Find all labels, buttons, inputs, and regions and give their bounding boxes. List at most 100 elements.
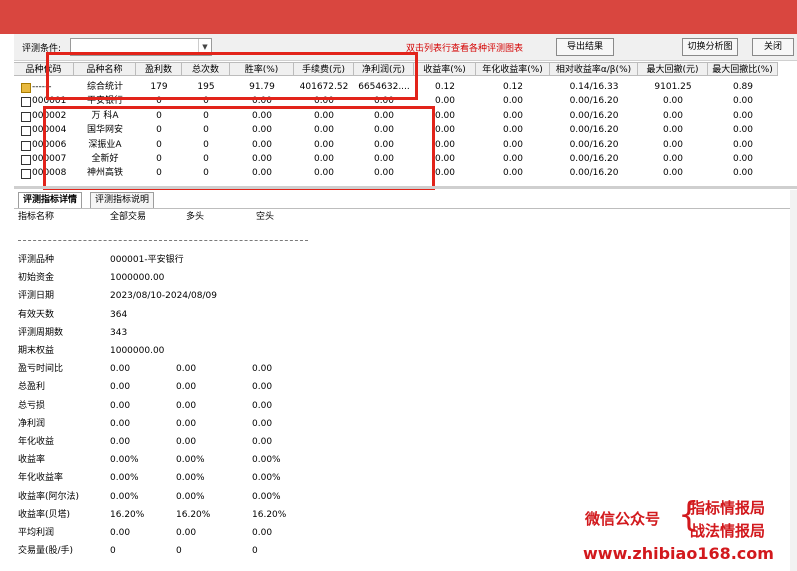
detail-col-long: 多头	[186, 212, 205, 222]
metric-value: 0.00	[252, 400, 273, 411]
table-cell: 0.00	[502, 168, 524, 179]
detail-col-name: 指标名称	[18, 212, 55, 222]
detail-row: 有效天数 364	[18, 308, 578, 322]
table-cell: 0.00	[662, 154, 684, 164]
table-cell: 0.00	[662, 168, 684, 179]
close-button[interactable]: 关闭	[752, 38, 794, 56]
detail-row: 收益率 0.00% 0.00% 0.00%	[18, 453, 578, 467]
detail-tabs: 评测指标详情 评测指标说明	[14, 190, 797, 209]
split-divider[interactable]	[14, 186, 797, 189]
metric-name: 评测品种	[18, 255, 55, 265]
window-titlebar	[0, 0, 797, 34]
table-cell: 0.00/16.20	[569, 96, 619, 107]
metric-value: 1000000.00	[110, 273, 165, 284]
detail-row: 评测日期 2023/08/10-2024/08/09	[18, 289, 578, 303]
metric-value: 0.00	[110, 418, 131, 429]
table-cell: 0.00	[732, 168, 754, 179]
detail-row: 初始资金 1000000.00	[18, 271, 578, 285]
tab-metric-explain[interactable]: 评测指标说明	[90, 192, 155, 208]
detail-row: 平均利润 0.00 0.00 0.00	[18, 526, 578, 540]
metric-value: 0	[176, 546, 182, 557]
metric-value: 0	[252, 546, 258, 557]
checkbox[interactable]	[21, 140, 31, 151]
checkbox[interactable]	[21, 126, 31, 137]
detail-row: 收益率(阿尔法) 0.00% 0.00% 0.00%	[18, 490, 578, 504]
metric-value: 0.00	[110, 437, 131, 447]
metric-value: 2023/08/10-2024/08/09	[110, 291, 217, 302]
detail-header-row: 指标名称 全部交易 多头 空头	[18, 210, 578, 224]
metric-value: 0.00%	[110, 491, 139, 502]
detail-row: 交易量(股/手) 0 0 0	[18, 544, 578, 558]
table-cell: 0.00	[662, 125, 684, 136]
table-cell: 0.00/16.20	[569, 168, 619, 179]
table-cell: 0.00	[502, 125, 524, 136]
metric-value: 16.20%	[176, 509, 211, 520]
column-header[interactable]: 相对收益率α/β(%)	[550, 62, 638, 76]
column-header[interactable]: 最大回撤(元)	[638, 62, 708, 76]
detail-row: 评测品种 000001-平安银行	[18, 253, 578, 267]
metric-value: 343	[110, 327, 128, 338]
table-cell: 0.00/16.20	[569, 139, 619, 150]
metric-value: 0.00	[176, 400, 197, 411]
metric-value: 0.00%	[252, 473, 281, 484]
watermark-wechat: 微信公众号	[585, 510, 661, 528]
metric-value: 0.00	[252, 437, 273, 447]
table-cell: 0.12	[502, 82, 524, 92]
metric-value: 000001-平安银行	[110, 255, 184, 265]
detail-separator	[18, 240, 308, 241]
metric-value: 0.00	[252, 528, 273, 538]
detail-scrollbar[interactable]	[790, 190, 797, 571]
metric-value: 0.00	[176, 418, 197, 429]
detail-row: 期末权益 1000000.00	[18, 344, 578, 358]
highlight-box-summary	[46, 52, 418, 100]
folder-icon[interactable]	[21, 83, 31, 93]
watermark-url: www.zhibiao168.com	[583, 544, 774, 563]
watermark-brand2: 战法情报局	[690, 522, 766, 540]
metric-value: 0.00%	[176, 491, 205, 502]
metric-name: 期末权益	[18, 346, 55, 356]
table-cell: 0.00/16.20	[569, 110, 619, 121]
metric-name: 交易量(股/手)	[18, 546, 74, 557]
column-header[interactable]: 年化收益率(%)	[476, 62, 550, 76]
table-cell: 0.00	[502, 110, 524, 121]
column-header[interactable]: 最大回撤比(%)	[708, 62, 778, 76]
metric-name: 收益率(阿尔法)	[18, 491, 80, 502]
metric-name: 盈亏时间比	[18, 364, 64, 375]
metric-value: 0.00	[252, 418, 273, 429]
table-cell: 0.00	[502, 96, 524, 107]
table-cell: 0.00	[732, 96, 754, 107]
metric-value: 16.20%	[110, 509, 145, 520]
export-button[interactable]: 导出结果	[556, 38, 614, 56]
detail-row: 总亏损 0.00 0.00 0.00	[18, 399, 578, 413]
metric-name: 收益率(贝塔)	[18, 509, 71, 520]
metric-value: 0.00	[110, 528, 131, 538]
metric-value: 0.00	[110, 400, 131, 411]
metric-value: 0.00	[176, 364, 197, 375]
checkbox[interactable]	[21, 97, 31, 108]
metric-value: 0.00	[110, 382, 131, 393]
table-cell: 0.00	[732, 125, 754, 136]
tab-metric-details[interactable]: 评测指标详情	[18, 192, 83, 208]
metric-value: 0.00%	[252, 491, 281, 502]
metric-value: 0.00%	[252, 455, 281, 466]
table-cell: 0.14/16.33	[569, 82, 619, 92]
checkbox[interactable]	[21, 169, 31, 180]
metric-name: 总亏损	[18, 400, 46, 411]
table-cell: 0.00/16.20	[569, 154, 619, 164]
metric-value: 0.00	[252, 364, 273, 375]
metric-name: 评测周期数	[18, 327, 64, 338]
table-cell: 0.00	[662, 139, 684, 150]
table-cell: 9101.25	[654, 82, 692, 92]
table-cell: 0.00/16.20	[569, 125, 619, 136]
metric-name: 评测日期	[18, 291, 55, 302]
metric-name: 平均利润	[18, 528, 55, 538]
metric-value: 0	[110, 546, 116, 557]
column-header[interactable]: 收益率(%)	[414, 62, 476, 76]
detail-row: 评测周期数 343	[18, 326, 578, 340]
checkbox[interactable]	[21, 155, 31, 165]
checkbox[interactable]	[21, 111, 31, 122]
highlight-box-rows	[43, 106, 435, 190]
table-cell: 0.89	[732, 82, 754, 92]
switch-chart-button[interactable]: 切换分析图	[682, 38, 738, 56]
metric-value: 0.00	[252, 382, 273, 393]
